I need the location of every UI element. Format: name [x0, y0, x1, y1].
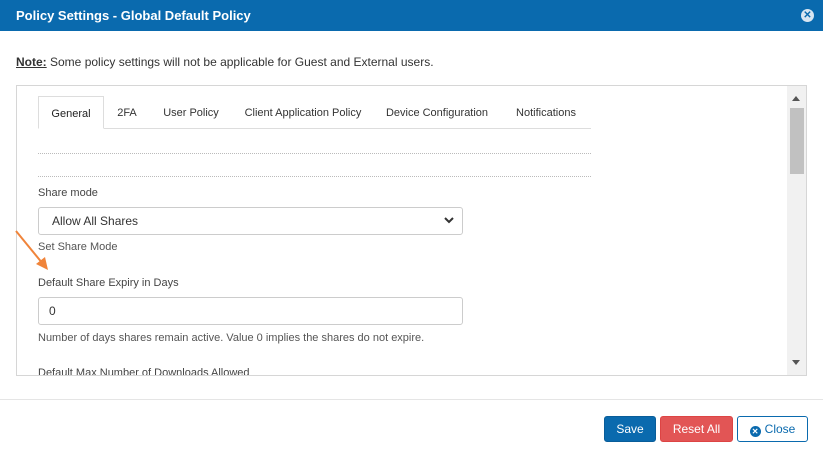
- policy-settings-dialog: Policy Settings - Global Default Policy …: [0, 0, 823, 459]
- share-mode-value: Allow All Shares: [52, 214, 139, 228]
- note-label: Note:: [16, 55, 47, 69]
- tab-notifications[interactable]: Notifications: [505, 96, 587, 129]
- reset-all-button[interactable]: Reset All: [660, 416, 733, 442]
- tab-general[interactable]: General: [38, 96, 104, 129]
- share-mode-label: Share mode: [38, 187, 98, 199]
- scrollbar[interactable]: [787, 86, 806, 375]
- close-icon[interactable]: ✕: [801, 9, 814, 22]
- max-downloads-label: Default Max Number of Downloads Allowed: [38, 367, 250, 375]
- tab-device-configuration[interactable]: Device Configuration: [378, 96, 496, 129]
- scroll-up-icon[interactable]: [792, 96, 800, 101]
- scroll-down-icon[interactable]: [792, 360, 800, 365]
- dialog-titlebar: Policy Settings - Global Default Policy …: [0, 0, 823, 31]
- tab-user-policy[interactable]: User Policy: [156, 96, 226, 129]
- share-expiry-help: Number of days shares remain active. Val…: [38, 332, 425, 344]
- note-text: Some policy settings will not be applica…: [46, 55, 434, 69]
- settings-scroll-area: General 2FA User Policy Client Applicati…: [17, 86, 787, 375]
- close-button-label: Close: [764, 422, 796, 436]
- share-expiry-label: Default Share Expiry in Days: [38, 277, 179, 289]
- footer-divider: [0, 399, 823, 400]
- tab-client-application-policy[interactable]: Client Application Policy: [236, 96, 370, 129]
- tab-2fa[interactable]: 2FA: [110, 96, 144, 129]
- annotation-arrow-icon: [15, 230, 48, 270]
- divider: [38, 176, 591, 177]
- save-button[interactable]: Save: [604, 416, 656, 442]
- settings-panel: General 2FA User Policy Client Applicati…: [16, 85, 807, 376]
- close-circle-icon: ✕: [749, 426, 761, 437]
- share-expiry-input[interactable]: 0: [38, 297, 463, 325]
- tab-bar: General 2FA User Policy Client Applicati…: [38, 96, 591, 129]
- dialog-title: Policy Settings - Global Default Policy: [16, 8, 251, 23]
- divider: [38, 153, 591, 154]
- share-mode-select[interactable]: Allow All Shares: [38, 207, 463, 235]
- scrollbar-thumb[interactable]: [790, 108, 804, 174]
- close-button[interactable]: ✕ Close: [737, 416, 808, 442]
- note: Note: Some policy settings will not be a…: [16, 55, 434, 69]
- chevron-down-icon: [444, 217, 454, 224]
